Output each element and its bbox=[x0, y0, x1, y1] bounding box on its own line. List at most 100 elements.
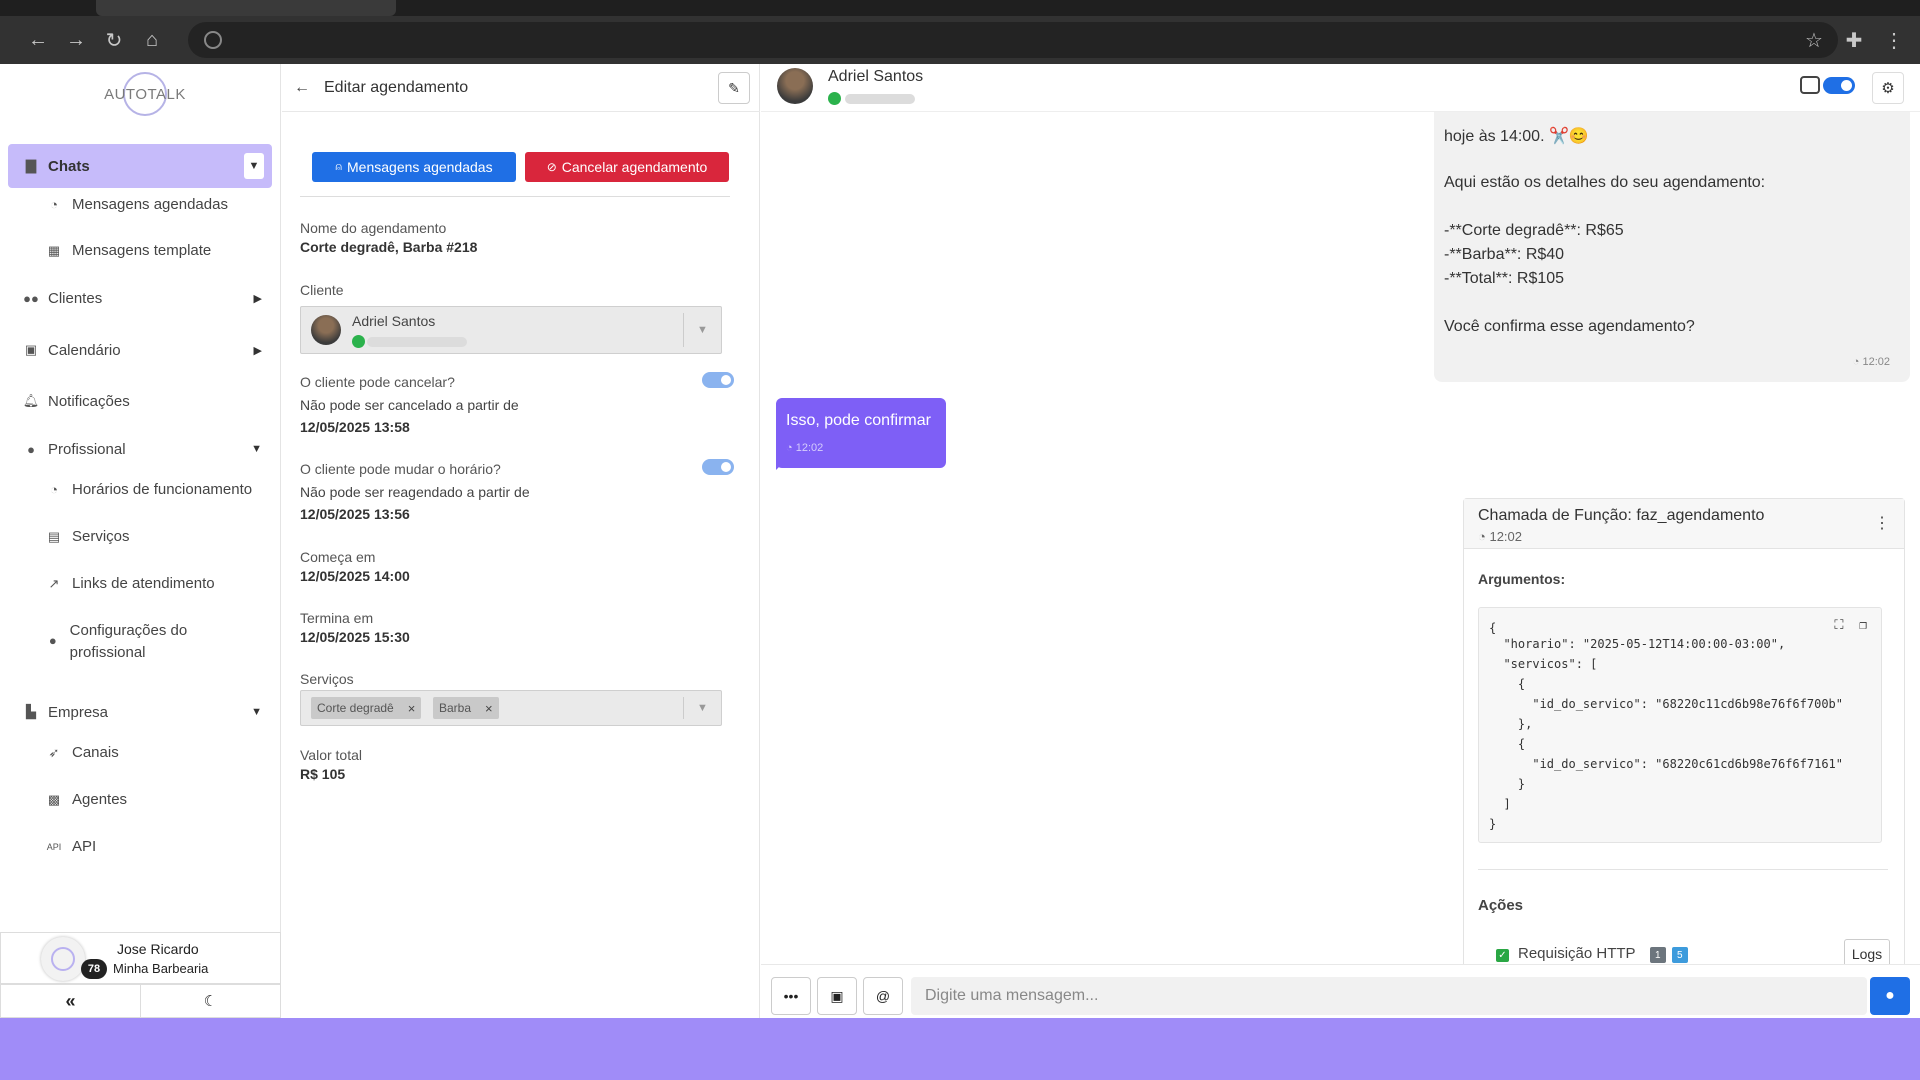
chevron-down-icon[interactable]: ▼ bbox=[251, 706, 262, 718]
chevron-right-icon[interactable]: ▶ bbox=[254, 292, 262, 305]
more-options-icon[interactable]: ••• bbox=[771, 977, 811, 1015]
scheduled-messages-button[interactable]: ⍝ Mensagens agendadas bbox=[312, 152, 516, 182]
site-info-icon[interactable] bbox=[204, 31, 222, 49]
address-bar[interactable] bbox=[188, 22, 1838, 58]
service-chip: Corte degradê × bbox=[311, 697, 422, 719]
message-time: ◔ 12:02 bbox=[786, 442, 823, 454]
browser-menu-icon[interactable]: ⋮ bbox=[1876, 22, 1912, 58]
bot-toggle[interactable] bbox=[1823, 77, 1855, 94]
remove-icon[interactable]: × bbox=[408, 701, 416, 716]
message-line: hoje às 14:00. ✂️😊 bbox=[1444, 128, 1589, 145]
chevron-down-icon[interactable]: ▼ bbox=[683, 313, 721, 347]
clock-icon: ◔ bbox=[1478, 529, 1490, 544]
home-icon[interactable]: ⌂ bbox=[134, 22, 170, 58]
can-change-toggle[interactable] bbox=[702, 459, 734, 475]
divider bbox=[300, 196, 730, 197]
camera-icon[interactable]: ▣ bbox=[817, 977, 857, 1015]
sidebar-item-label: Calendário bbox=[48, 341, 121, 359]
sidebar-item-label: Configurações do profissional bbox=[69, 622, 188, 661]
forward-arrow-icon[interactable]: → bbox=[58, 22, 94, 58]
code-line: "servicos": [ bbox=[1489, 657, 1598, 671]
function-call-title: Chamada de Função: faz_agendamento bbox=[1478, 507, 1765, 524]
services-select[interactable]: Corte degradê × Barba × ▼ bbox=[300, 690, 722, 726]
message-text: Isso, pode confirmar bbox=[786, 412, 931, 429]
template-icon: ▦ bbox=[47, 243, 61, 258]
user-profile[interactable]: 78 Jose Ricardo Minha Barbearia bbox=[0, 932, 281, 984]
browser-toolbar-right: ☆ ✚ ⋮ bbox=[1792, 16, 1920, 64]
message-time: ◔ 12:02 bbox=[1853, 356, 1890, 368]
can-cancel-toggle[interactable] bbox=[702, 372, 734, 388]
sidebar-item-canais[interactable]: ➶ Canais bbox=[44, 742, 274, 764]
sidebar-item-links[interactable]: ↗ Links de atendimento bbox=[44, 573, 274, 595]
sidebar-item-api[interactable]: API API bbox=[44, 836, 274, 858]
cancel-deadline: 12/05/2025 13:58 bbox=[300, 419, 410, 435]
time-value: 12:02 bbox=[795, 442, 824, 454]
count-badge: 5 bbox=[1672, 947, 1688, 963]
start-label: Começa em bbox=[300, 549, 376, 565]
sidebar-item-label: Notificações bbox=[48, 392, 130, 410]
user-gear-icon: ● bbox=[48, 633, 57, 648]
dark-mode-icon[interactable]: ☾ bbox=[141, 985, 280, 1017]
sidebar-item-clientes[interactable]: ●● Clientes ▶ bbox=[8, 276, 272, 320]
edit-icon[interactable]: ✎ bbox=[718, 72, 750, 104]
avatar bbox=[41, 937, 85, 981]
calendar-icon: ▣ bbox=[24, 342, 38, 357]
remove-icon[interactable]: × bbox=[485, 701, 493, 716]
hidden-phone bbox=[367, 337, 467, 347]
chevron-right-icon[interactable]: ▶ bbox=[254, 344, 262, 357]
total-value: R$ 105 bbox=[300, 766, 346, 782]
robot-icon bbox=[1800, 76, 1820, 94]
collapse-sidebar-icon[interactable]: « bbox=[1, 985, 141, 1017]
outgoing-message: hoje às 14:00. ✂️😊 Aqui estão os detalhe… bbox=[1434, 112, 1910, 382]
sidebar-item-chats[interactable]: ▇ Chats ▼ bbox=[8, 144, 272, 188]
sidebar-item-servicos[interactable]: ▤ Serviços bbox=[44, 526, 274, 548]
code-line: "horario": "2025-05-12T14:00:00-03:00", bbox=[1489, 637, 1786, 651]
client-select[interactable]: Adriel Santos ▼ bbox=[300, 306, 722, 354]
sidebar-item-mensagens-template[interactable]: ▦ Mensagens template bbox=[44, 240, 274, 262]
autotalk-logo[interactable]: AUTOTALK bbox=[95, 70, 185, 126]
sidebar-item-notificacoes[interactable]: 🔔︎ Notificações bbox=[8, 379, 272, 423]
chat-header: Adriel Santos ⚙ bbox=[761, 64, 1920, 112]
copy-icon[interactable]: ❐ bbox=[1859, 618, 1867, 633]
arguments-code[interactable]: ⛶ ❐ { "horario": "2025-05-12T14:00:00-03… bbox=[1478, 607, 1882, 843]
chat-icon: ▇ bbox=[26, 158, 36, 173]
total-label: Valor total bbox=[300, 747, 362, 763]
message-composer: ••• ▣ @ ● bbox=[761, 964, 1920, 1018]
sidebar-item-empresa[interactable]: ▙ Empresa ▼ bbox=[8, 690, 272, 734]
more-options-icon[interactable]: ⋮ bbox=[1874, 513, 1890, 533]
user-name: Jose Ricardo bbox=[117, 941, 199, 957]
divider bbox=[1478, 869, 1888, 870]
end-label: Termina em bbox=[300, 610, 374, 626]
sidebar-item-label: Agentes bbox=[72, 791, 128, 808]
users-icon: ●● bbox=[23, 290, 39, 306]
sidebar-item-horarios[interactable]: ◔ Horários de funcionamento bbox=[44, 479, 274, 501]
sidebar-item-profissional[interactable]: ● Profissional ▼ bbox=[8, 427, 272, 471]
browser-tab[interactable] bbox=[96, 0, 396, 16]
gear-icon[interactable]: ⚙ bbox=[1872, 72, 1904, 104]
logo-text: AUTOTALK bbox=[104, 86, 186, 103]
expand-icon[interactable]: ⛶ bbox=[1834, 618, 1843, 633]
back-arrow-icon[interactable]: ← bbox=[20, 22, 56, 58]
message-input[interactable] bbox=[911, 977, 1867, 1015]
sidebar-item-label: Serviços bbox=[72, 528, 130, 545]
sidebar-item-calendario[interactable]: ▣ Calendário ▶ bbox=[8, 328, 272, 372]
chevron-down-icon[interactable]: ▼ bbox=[244, 153, 264, 179]
star-icon[interactable]: ☆ bbox=[1796, 22, 1832, 58]
client-avatar bbox=[311, 315, 341, 345]
change-note: Não pode ser reagendado a partir de bbox=[300, 484, 530, 500]
cancel-appointment-button[interactable]: ⊘ Cancelar agendamento bbox=[525, 152, 729, 182]
microphone-icon[interactable]: ● bbox=[1870, 977, 1910, 1015]
chevron-down-icon[interactable]: ▼ bbox=[251, 443, 262, 455]
chevron-down-icon[interactable]: ▼ bbox=[683, 697, 721, 719]
extensions-icon[interactable]: ✚ bbox=[1836, 22, 1872, 58]
sidebar-item-label: Mensagens template bbox=[72, 242, 212, 259]
back-arrow-icon[interactable]: ← bbox=[294, 79, 310, 97]
sidebar-item-mensagens-agendadas[interactable]: ◔ Mensagens agendadas bbox=[44, 194, 274, 216]
sidebar-item-agentes[interactable]: ▩ Agentes bbox=[44, 789, 274, 811]
sidebar-item-configuracoes[interactable]: ● Configurações do profissional bbox=[44, 620, 244, 664]
client-label: Cliente bbox=[300, 282, 344, 298]
reload-icon[interactable]: ↻ bbox=[96, 22, 132, 58]
panel-title: Editar agendamento bbox=[324, 78, 469, 96]
attachment-icon[interactable]: @ bbox=[863, 977, 903, 1015]
start-value: 12/05/2025 14:00 bbox=[300, 568, 410, 584]
